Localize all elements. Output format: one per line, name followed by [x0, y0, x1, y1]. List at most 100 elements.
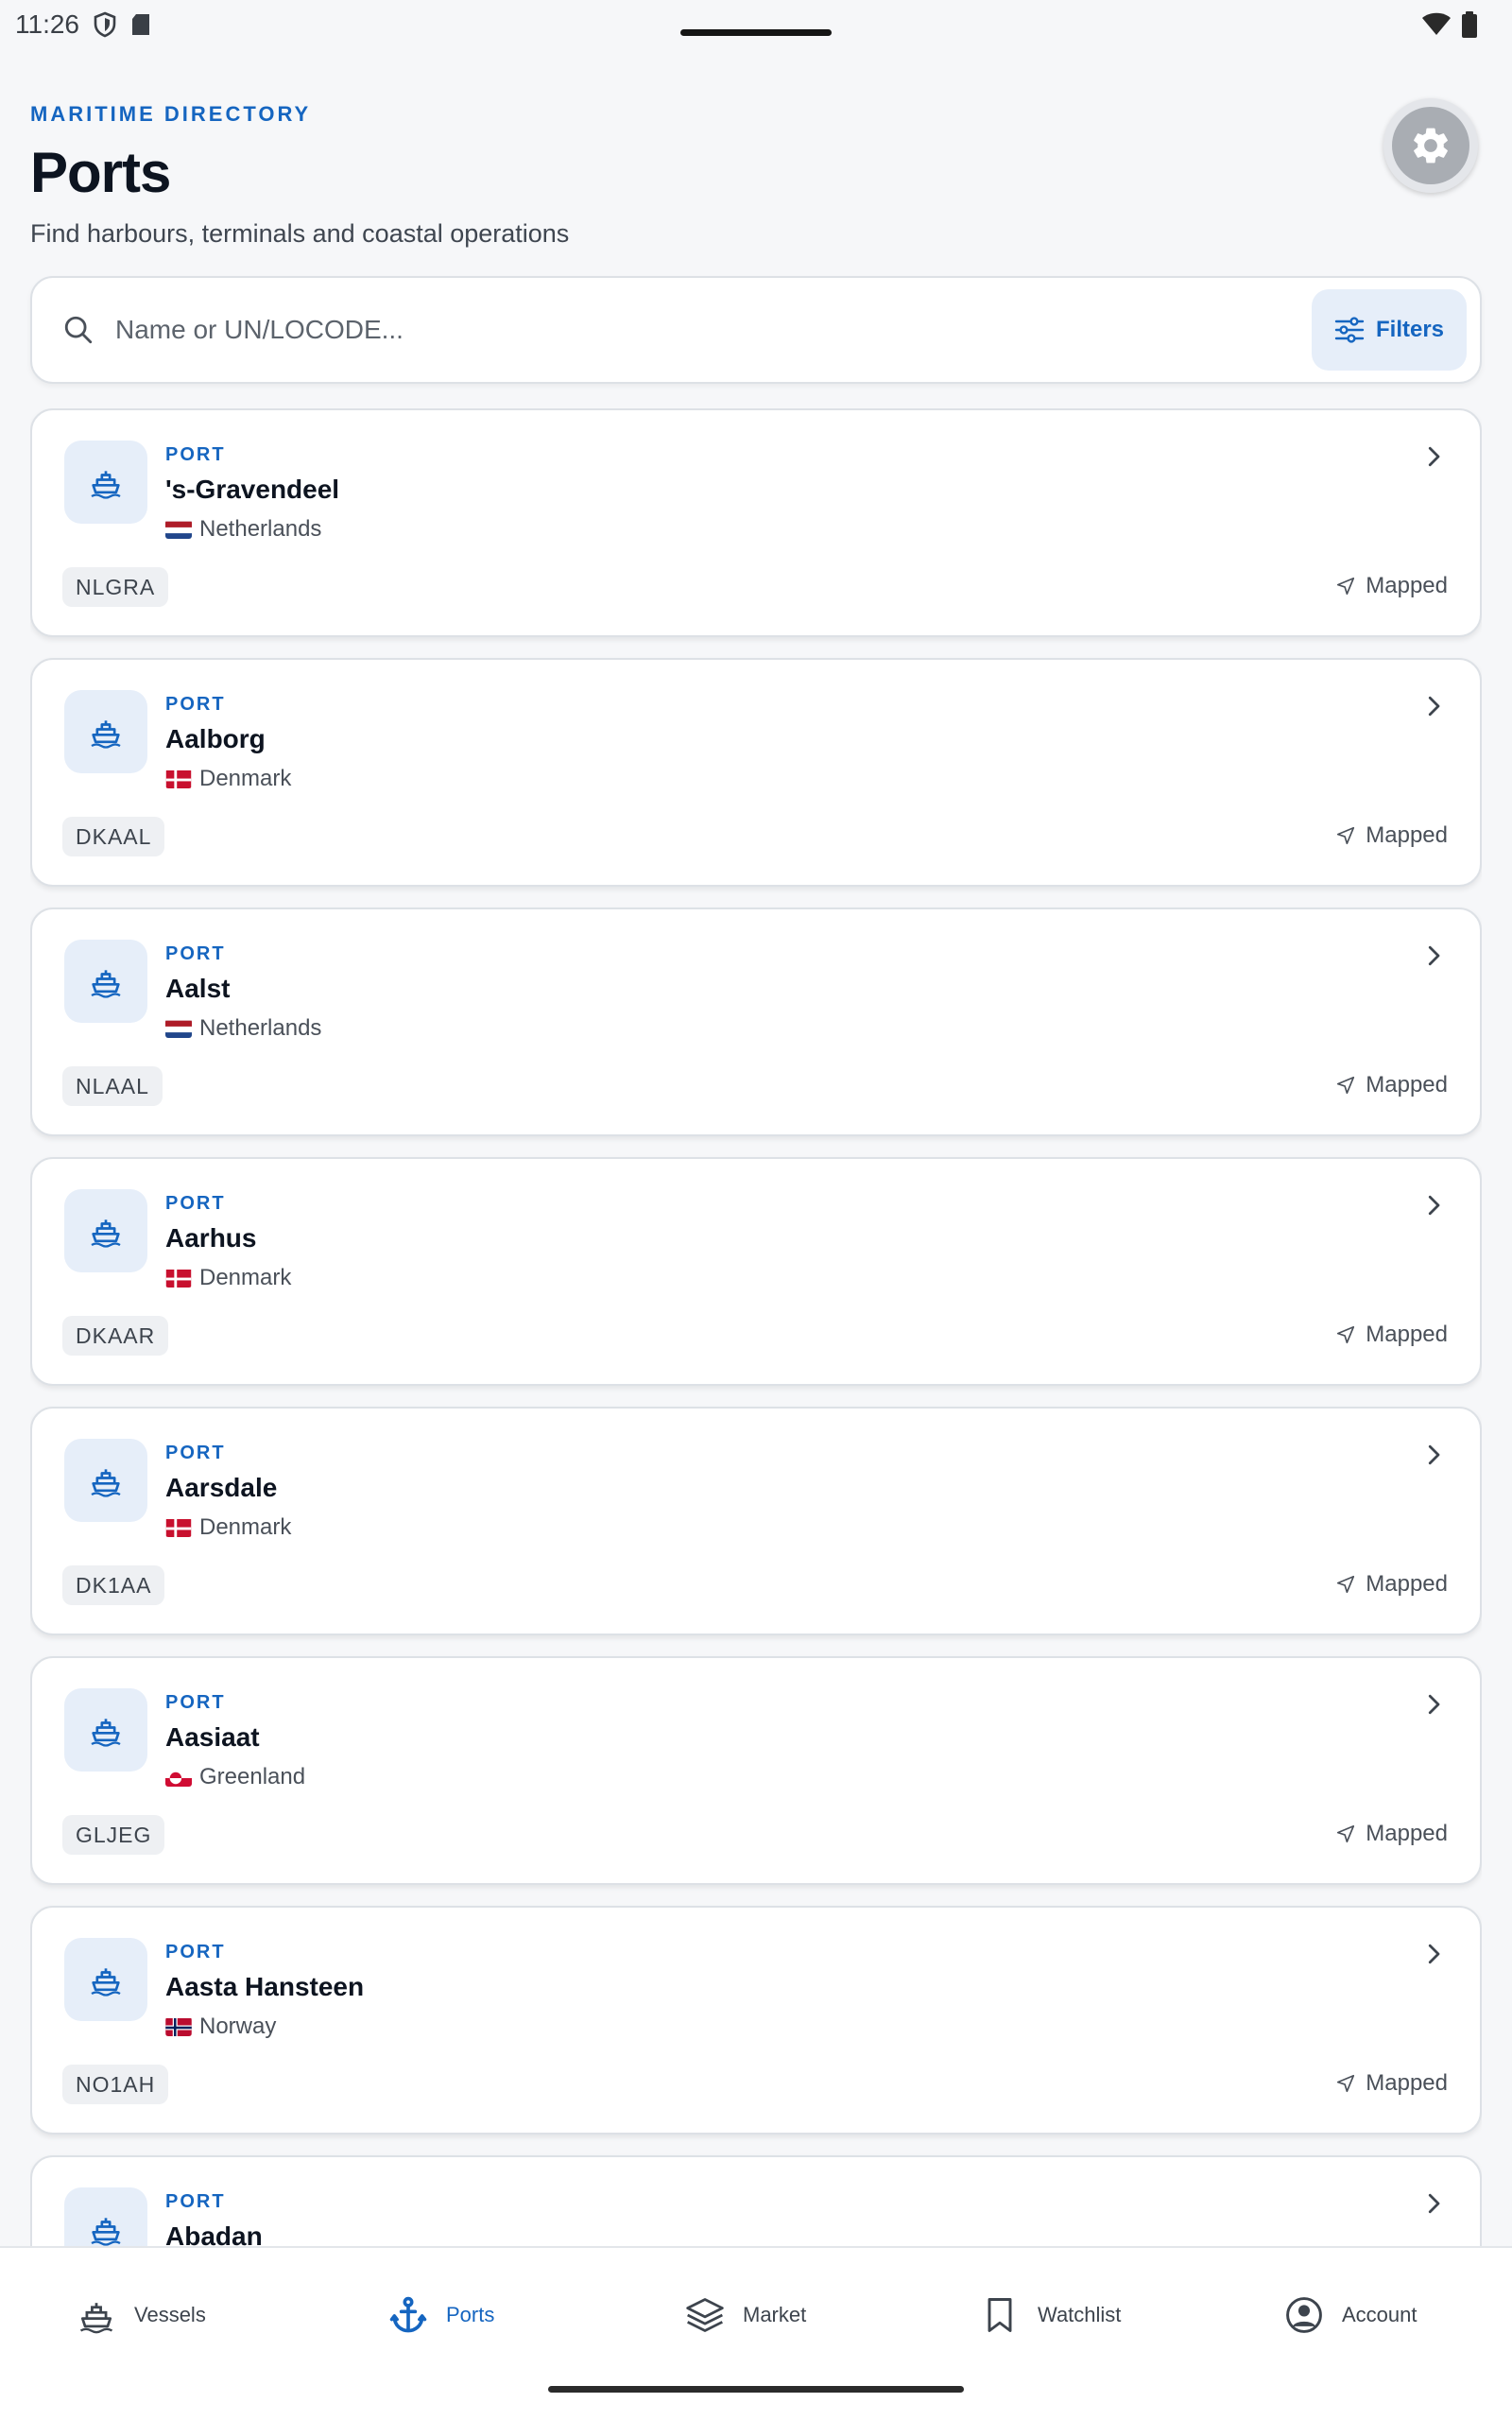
mapped-status: Mapped — [1335, 1821, 1448, 1847]
bookmark-icon — [979, 2294, 1021, 2336]
gear-icon — [1414, 128, 1448, 164]
dk-flag-icon — [165, 1269, 192, 1288]
port-card[interactable]: PORT Aasta Hansteen Norway NO1AH Mapped — [30, 1906, 1482, 2135]
status-bar: 11:26 — [0, 0, 1512, 49]
port-name: Aalst — [165, 974, 231, 1003]
dk-flag-icon — [165, 769, 192, 788]
page-header: MARITIME DIRECTORY Ports Find harbours, … — [30, 98, 1482, 259]
mapped-label: Mapped — [1366, 2070, 1448, 2096]
port-type-label: PORT — [165, 444, 226, 465]
filters-label: Filters — [1375, 317, 1445, 342]
camera-notch — [680, 29, 832, 36]
dk-flag-icon — [165, 1518, 192, 1537]
navigation-arrow-icon — [1335, 2073, 1356, 2094]
locode-badge: NLGRA — [62, 567, 169, 607]
navigation-arrow-icon — [1335, 1574, 1356, 1595]
chevron-right-icon — [1419, 692, 1448, 720]
port-country-name: Denmark — [199, 1514, 292, 1540]
search-bar: Filters — [30, 276, 1482, 384]
locode-badge: NLAAL — [62, 1066, 163, 1106]
port-country-name: Norway — [199, 2014, 277, 2039]
search-input[interactable] — [115, 302, 1060, 358]
port-card[interactable]: PORT Aasiaat Greenland GLJEG Mapped — [30, 1656, 1482, 1885]
navigation-arrow-icon — [1335, 1824, 1356, 1844]
mapped-label: Mapped — [1366, 1322, 1448, 1347]
port-card[interactable]: PORT Aalborg Denmark DKAAL Mapped — [30, 658, 1482, 887]
port-type-label: PORT — [165, 694, 226, 715]
nav-tab-market[interactable]: Market — [684, 2286, 806, 2344]
chevron-right-icon — [1419, 1441, 1448, 1469]
nav-tab-vessels[interactable]: Vessels — [76, 2286, 206, 2344]
port-name: 's-Gravendeel — [165, 475, 340, 504]
port-ship-icon — [64, 1439, 147, 1522]
nav-tab-label: Market — [743, 2303, 807, 2326]
port-country: Netherlands — [165, 1015, 321, 1042]
battery-icon — [1462, 11, 1477, 38]
navigation-arrow-icon — [1335, 1075, 1356, 1096]
port-card[interactable]: PORT Aalst Netherlands NLAAL Mapped — [30, 908, 1482, 1136]
gesture-handle — [548, 2386, 964, 2393]
status-right — [1421, 11, 1478, 38]
section-eyebrow: MARITIME DIRECTORY — [30, 102, 312, 126]
page-title: Ports — [30, 141, 171, 204]
nav-tab-watchlist[interactable]: Watchlist — [979, 2286, 1121, 2344]
mapped-status: Mapped — [1335, 2070, 1448, 2097]
port-type-label: PORT — [165, 1193, 226, 1214]
sliders-icon — [1334, 317, 1365, 343]
port-ship-icon — [64, 1938, 147, 2021]
port-country-name: Denmark — [199, 766, 292, 791]
mapped-status: Mapped — [1335, 1072, 1448, 1098]
port-card[interactable]: PORT Aarhus Denmark DKAAR Mapped — [30, 1157, 1482, 1386]
filters-button[interactable]: Filters — [1312, 289, 1467, 371]
settings-button-inner — [1392, 107, 1469, 184]
port-name: Aalborg — [165, 724, 266, 753]
port-card[interactable]: PORT Aarsdale Denmark DK1AA Mapped — [30, 1407, 1482, 1635]
nl-flag-icon — [165, 520, 192, 539]
shield-icon — [94, 11, 116, 38]
bottom-navigation: Vessels Ports Market Watchlist Account — [0, 2246, 1512, 2420]
port-country: Norway — [165, 2014, 276, 2040]
mapped-status: Mapped — [1335, 1571, 1448, 1598]
port-country-name: Greenland — [199, 1764, 306, 1789]
settings-button[interactable] — [1383, 98, 1478, 193]
mapped-label: Mapped — [1366, 1821, 1448, 1846]
port-name: Aarsdale — [165, 1473, 278, 1502]
anchor-icon — [387, 2294, 429, 2336]
chevron-right-icon — [1419, 2189, 1448, 2218]
chevron-right-icon — [1419, 1940, 1448, 1968]
ports-list: PORT 's-Gravendeel Netherlands NLGRA Map… — [30, 408, 1482, 2248]
sd-card-icon — [132, 14, 149, 35]
navigation-arrow-icon — [1335, 1324, 1356, 1345]
locode-badge: GLJEG — [62, 1815, 165, 1855]
port-name: Aarhus — [165, 1223, 257, 1253]
port-ship-icon — [64, 441, 147, 524]
navigation-arrow-icon — [1335, 825, 1356, 846]
port-card[interactable]: PORT Abadan — [30, 2155, 1482, 2248]
port-country-name: Denmark — [199, 1265, 292, 1290]
nav-tab-ports[interactable]: Ports — [387, 2286, 494, 2344]
account-icon — [1283, 2294, 1325, 2336]
port-card[interactable]: PORT 's-Gravendeel Netherlands NLGRA Map… — [30, 408, 1482, 637]
port-type-label: PORT — [165, 1443, 226, 1463]
nav-tab-account[interactable]: Account — [1283, 2286, 1418, 2344]
nav-tab-label: Watchlist — [1038, 2303, 1122, 2326]
port-type-label: PORT — [165, 1942, 226, 1962]
port-country: Netherlands — [165, 516, 321, 543]
nl-flag-icon — [165, 1019, 192, 1038]
chevron-right-icon — [1419, 942, 1448, 970]
mapped-label: Mapped — [1366, 1072, 1448, 1098]
port-type-label: PORT — [165, 2191, 226, 2212]
port-type-label: PORT — [165, 943, 226, 964]
port-type-label: PORT — [165, 1692, 226, 1713]
navigation-arrow-icon — [1335, 576, 1356, 596]
nav-tab-label: Account — [1342, 2303, 1418, 2326]
status-time: 11:26 — [15, 9, 79, 39]
port-country-name: Netherlands — [199, 1015, 322, 1041]
mapped-status: Mapped — [1335, 573, 1448, 599]
chevron-right-icon — [1419, 442, 1448, 471]
port-country: Denmark — [165, 766, 291, 792]
port-ship-icon — [64, 2187, 147, 2248]
mapped-status: Mapped — [1335, 1322, 1448, 1348]
mapped-label: Mapped — [1366, 822, 1448, 848]
port-country: Greenland — [165, 1764, 305, 1790]
